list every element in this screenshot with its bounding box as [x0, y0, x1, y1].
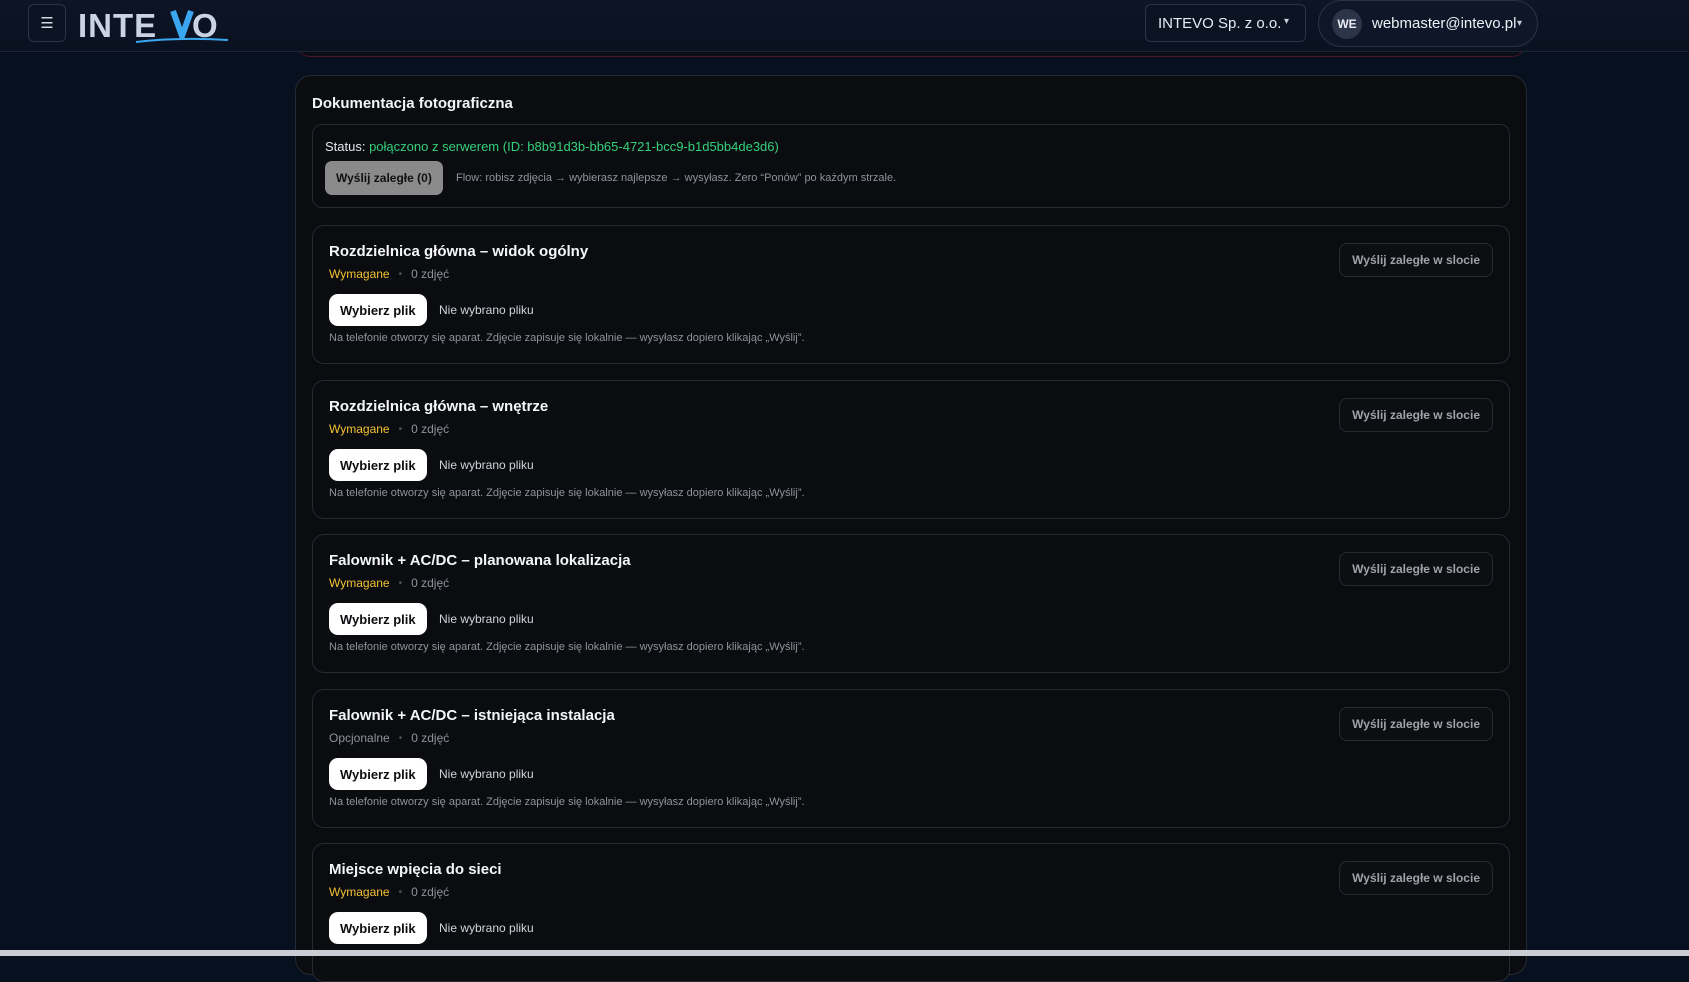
svg-text:INTE: INTE	[78, 7, 157, 44]
requirement-badge: Wymagane	[329, 885, 390, 899]
send-slot-pending-button[interactable]: Wyślij zaległe w slocie	[1339, 707, 1493, 741]
choose-file-button[interactable]: Wybierz plik	[329, 603, 427, 635]
photo-documentation-panel: Dokumentacja fotograficzna Status: połąc…	[295, 75, 1527, 982]
company-select[interactable]: INTEVO Sp. z o.o. ▾	[1145, 4, 1306, 42]
separator-dot: •	[398, 886, 403, 898]
requirement-badge: Wymagane	[329, 576, 390, 590]
choose-file-button[interactable]: Wybierz plik	[329, 912, 427, 944]
slot-meta: Wymagane • 0 zdjęć	[329, 422, 449, 436]
photo-slot: Falownik + AC/DC – istniejąca instalacja…	[312, 689, 1510, 828]
photo-count: 0 zdjęć	[411, 576, 450, 590]
send-slot-pending-button[interactable]: Wyślij zaległe w slocie	[1339, 552, 1493, 586]
separator-dot: •	[398, 423, 403, 435]
separator-dot: •	[398, 268, 403, 280]
photo-slot: Miejsce wpięcia do sieci Wymagane • 0 zd…	[312, 843, 1510, 982]
separator-dot: •	[398, 577, 403, 589]
slot-title: Rozdzielnica główna – widok ogólny	[329, 243, 589, 260]
send-slot-pending-button[interactable]: Wyślij zaległe w slocie	[1339, 861, 1493, 895]
slot-hint: Na telefonie otworzy się aparat. Zdjęcie…	[329, 796, 805, 808]
menu-icon: ☰	[40, 15, 54, 32]
hamburger-menu-button[interactable]: ☰	[28, 4, 66, 42]
panel-title: Dokumentacja fotograficzna	[312, 95, 513, 112]
file-status: Nie wybrano pliku	[439, 612, 534, 626]
status-line: Status: połączono z serwerem (ID: b8b91d…	[325, 139, 779, 154]
photo-count: 0 zdjęć	[411, 267, 450, 281]
company-name: INTEVO Sp. z o.o.	[1158, 14, 1282, 32]
requirement-badge: Wymagane	[329, 422, 390, 436]
file-status: Nie wybrano pliku	[439, 767, 534, 781]
top-bar: ☰ INTE O INTEVO Sp. z o.o. ▾ WE webmaste…	[0, 0, 1689, 52]
slot-meta: Wymagane • 0 zdjęć	[329, 885, 449, 899]
window-bottom-edge	[0, 950, 1689, 956]
chevron-down-icon: ▾	[1516, 18, 1522, 29]
requirement-badge: Wymagane	[329, 267, 390, 281]
photo-count: 0 zdjęć	[411, 885, 450, 899]
slot-meta: Wymagane • 0 zdjęć	[329, 576, 449, 590]
photo-slot: Falownik + AC/DC – planowana lokalizacja…	[312, 534, 1510, 673]
status-label: Status:	[325, 139, 370, 154]
slot-hint: Na telefonie otworzy się aparat. Zdjęcie…	[329, 641, 805, 653]
choose-file-button[interactable]: Wybierz plik	[329, 758, 427, 790]
choose-file-button[interactable]: Wybierz plik	[329, 449, 427, 481]
slot-title: Falownik + AC/DC – planowana lokalizacja	[329, 552, 631, 569]
photo-slot: Rozdzielnica główna – wnętrze Wymagane •…	[312, 380, 1510, 519]
photo-count: 0 zdjęć	[411, 422, 450, 436]
photo-slot: Rozdzielnica główna – widok ogólny Wymag…	[312, 225, 1510, 364]
slot-title: Falownik + AC/DC – istniejąca instalacja	[329, 707, 615, 724]
send-pending-button[interactable]: Wyślij zaległe (0)	[325, 161, 443, 195]
file-status: Nie wybrano pliku	[439, 303, 534, 317]
choose-file-button[interactable]: Wybierz plik	[329, 294, 427, 326]
send-slot-pending-button[interactable]: Wyślij zaległe w slocie	[1339, 243, 1493, 277]
send-slot-pending-button[interactable]: Wyślij zaległe w slocie	[1339, 398, 1493, 432]
avatar: WE	[1332, 8, 1362, 39]
intevo-logo[interactable]: INTE O	[78, 4, 228, 44]
slot-title: Rozdzielnica główna – wnętrze	[329, 398, 549, 415]
requirement-badge: Opcjonalne	[329, 731, 390, 745]
flow-description: Flow: robisz zdjęcia → wybierasz najleps…	[456, 172, 897, 184]
chevron-down-icon: ▾	[1283, 16, 1289, 27]
slot-meta: Opcjonalne • 0 zdjęć	[329, 731, 449, 745]
user-email: webmaster@intevo.pl	[1372, 15, 1517, 32]
separator-dot: •	[398, 732, 403, 744]
status-value: połączono z serwerem (ID: b8b91d3b-bb65-…	[369, 139, 779, 154]
file-status: Nie wybrano pliku	[439, 458, 534, 472]
user-menu[interactable]: WE webmaster@intevo.pl ▾	[1318, 0, 1538, 47]
photo-count: 0 zdjęć	[411, 731, 450, 745]
file-status: Nie wybrano pliku	[439, 921, 534, 935]
slot-hint: Na telefonie otworzy się aparat. Zdjęcie…	[329, 332, 805, 344]
slot-title: Miejsce wpięcia do sieci	[329, 861, 502, 878]
status-box: Status: połączono z serwerem (ID: b8b91d…	[312, 124, 1510, 208]
slot-hint: Na telefonie otworzy się aparat. Zdjęcie…	[329, 487, 805, 499]
slot-meta: Wymagane • 0 zdjęć	[329, 267, 449, 281]
